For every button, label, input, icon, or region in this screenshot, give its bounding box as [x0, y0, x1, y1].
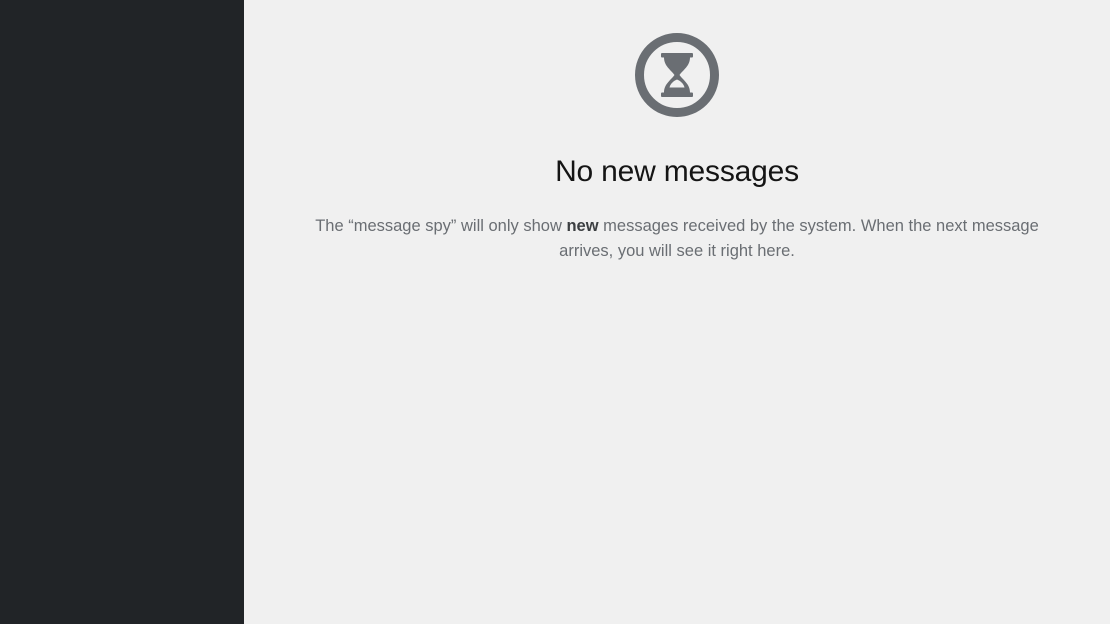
sidebar [0, 0, 244, 624]
empty-state-title: No new messages [555, 155, 799, 188]
empty-state-body: The “message spy” will only show new mes… [307, 214, 1047, 264]
empty-state: No new messages The “message spy” will o… [244, 32, 1110, 264]
body-text-part: messages received by the system. When th… [559, 217, 1039, 260]
body-text-emphasis: new [566, 217, 599, 235]
body-text-part: The “message spy” will only show [315, 217, 567, 235]
main-content: No new messages The “message spy” will o… [244, 0, 1110, 624]
app-layout: No new messages The “message spy” will o… [0, 0, 1110, 624]
hourglass-icon [634, 32, 720, 118]
